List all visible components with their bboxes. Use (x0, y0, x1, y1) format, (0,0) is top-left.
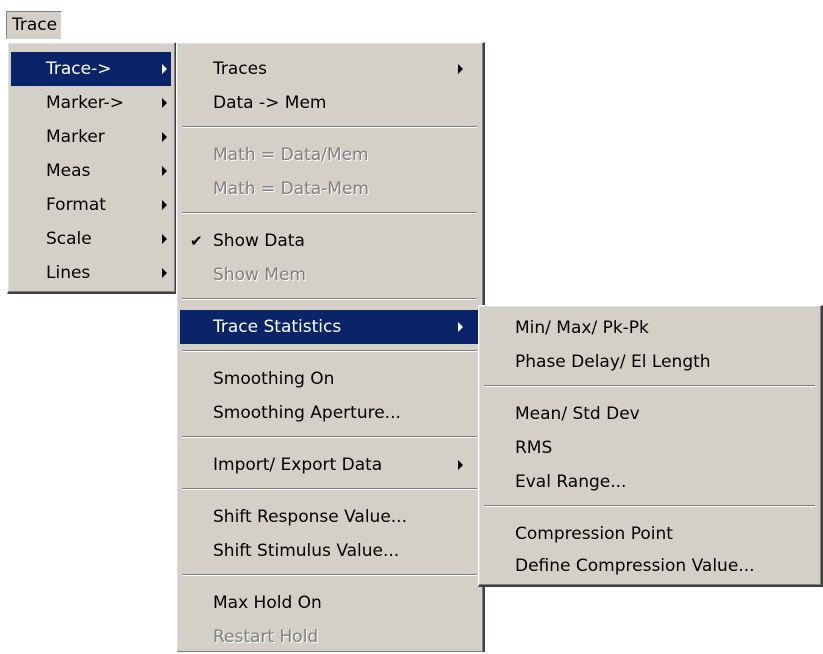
menu-item-label: Import/ Export Data (213, 455, 383, 475)
menu-item-show-data[interactable]: ✔ Show Data (180, 224, 479, 258)
trace-statistics-submenu: Min/ Max/ Pk-Pk Phase Delay/ El Length M… (478, 305, 823, 587)
trace-menu: Trace-> Marker-> Marker Meas Format Scal… (7, 42, 177, 294)
menu-item-lines[interactable]: Lines (11, 256, 171, 290)
menu-item-label: Scale (46, 229, 92, 249)
menu-item-mean-std[interactable]: Mean/ Std Dev (482, 397, 817, 431)
menu-item-rms[interactable]: RMS (482, 431, 817, 465)
menu-item-define-compression[interactable]: Define Compression Value... (482, 549, 817, 583)
menu-separator (182, 574, 477, 576)
menu-item-label: Shift Stimulus Value... (213, 541, 400, 561)
menu-item-label: Shift Response Value... (213, 507, 407, 527)
menu-item-label: Compression Point (515, 524, 673, 544)
menu-item-compression-point[interactable]: Compression Point (482, 517, 817, 551)
submenu-arrow-icon (162, 98, 167, 108)
menu-item-min-max[interactable]: Min/ Max/ Pk-Pk (482, 311, 817, 345)
submenu-arrow-icon (458, 64, 463, 74)
menu-item-label: Eval Range... (515, 472, 627, 492)
menu-item-shift-stimulus[interactable]: Shift Stimulus Value... (180, 534, 479, 568)
menu-item-format[interactable]: Format (11, 188, 171, 222)
submenu-arrow-icon (162, 234, 167, 244)
menu-item-phase-delay[interactable]: Phase Delay/ El Length (482, 345, 817, 379)
menu-item-restart-hold: Restart Hold (180, 620, 479, 654)
menu-item-import-export[interactable]: Import/ Export Data (180, 448, 479, 482)
submenu-arrow-icon (162, 132, 167, 142)
submenu-arrow-icon (458, 322, 463, 332)
menu-item-label: Data -> Mem (213, 93, 327, 113)
menu-item-meas[interactable]: Meas (11, 154, 171, 188)
menu-item-label: Smoothing Aperture... (213, 403, 401, 423)
menu-separator (182, 488, 477, 490)
menu-separator (182, 436, 477, 438)
menu-item-label: Define Compression Value... (515, 556, 755, 576)
menu-item-label: Math = Data/Mem (213, 145, 369, 165)
menu-item-label: Trace-> (46, 59, 112, 79)
menu-separator (182, 212, 477, 214)
menu-item-label: Marker (46, 127, 105, 147)
menu-item-max-hold-on[interactable]: Max Hold On (180, 586, 479, 620)
menu-item-label: Restart Hold (213, 627, 319, 647)
menu-item-smoothing-aperture[interactable]: Smoothing Aperture... (180, 396, 479, 430)
menu-item-label: Show Mem (213, 265, 306, 285)
menu-item-label: Traces (213, 59, 267, 79)
menu-item-math-sub: Math = Data-Mem (180, 172, 479, 206)
menu-item-trace-submenu[interactable]: Trace-> (11, 52, 171, 86)
menu-item-label: Trace Statistics (213, 317, 342, 337)
menubar-trace[interactable]: Trace (6, 11, 62, 39)
menu-item-label: Min/ Max/ Pk-Pk (515, 318, 649, 338)
menu-item-label: Format (46, 195, 106, 215)
menu-item-label: Max Hold On (213, 593, 322, 613)
trace-submenu: Traces Data -> Mem Math = Data/Mem Math … (176, 42, 485, 652)
menu-item-math-div: Math = Data/Mem (180, 138, 479, 172)
menu-separator (182, 350, 477, 352)
menu-item-label: Meas (46, 161, 91, 181)
submenu-arrow-icon (162, 64, 167, 74)
menu-separator (484, 505, 815, 507)
menu-item-scale[interactable]: Scale (11, 222, 171, 256)
menu-item-trace-statistics[interactable]: Trace Statistics (180, 310, 479, 344)
menu-item-label: Math = Data-Mem (213, 179, 369, 199)
menu-item-label: Lines (46, 263, 91, 283)
menu-item-label: Mean/ Std Dev (515, 404, 640, 424)
menu-item-label: Show Data (213, 231, 305, 251)
submenu-arrow-icon (458, 460, 463, 470)
menu-separator (484, 385, 815, 387)
menu-item-marker-submenu[interactable]: Marker-> (11, 86, 171, 120)
menu-item-marker[interactable]: Marker (11, 120, 171, 154)
menu-item-label: RMS (515, 438, 553, 458)
menu-item-label: Marker-> (46, 93, 125, 113)
menu-item-label: Phase Delay/ El Length (515, 352, 711, 372)
menu-item-traces[interactable]: Traces (180, 52, 479, 86)
checkmark-icon: ✔ (190, 232, 203, 250)
menu-item-show-mem: Show Mem (180, 258, 479, 292)
submenu-arrow-icon (162, 166, 167, 176)
submenu-arrow-icon (162, 268, 167, 278)
menu-separator (182, 126, 477, 128)
menu-item-data-to-mem[interactable]: Data -> Mem (180, 86, 479, 120)
submenu-arrow-icon (162, 200, 167, 210)
menu-separator (182, 298, 477, 300)
menu-item-label: Smoothing On (213, 369, 335, 389)
menu-item-eval-range[interactable]: Eval Range... (482, 465, 817, 499)
menubar-trace-label: Trace (12, 15, 58, 35)
menu-item-shift-response[interactable]: Shift Response Value... (180, 500, 479, 534)
menu-item-smoothing-on[interactable]: Smoothing On (180, 362, 479, 396)
